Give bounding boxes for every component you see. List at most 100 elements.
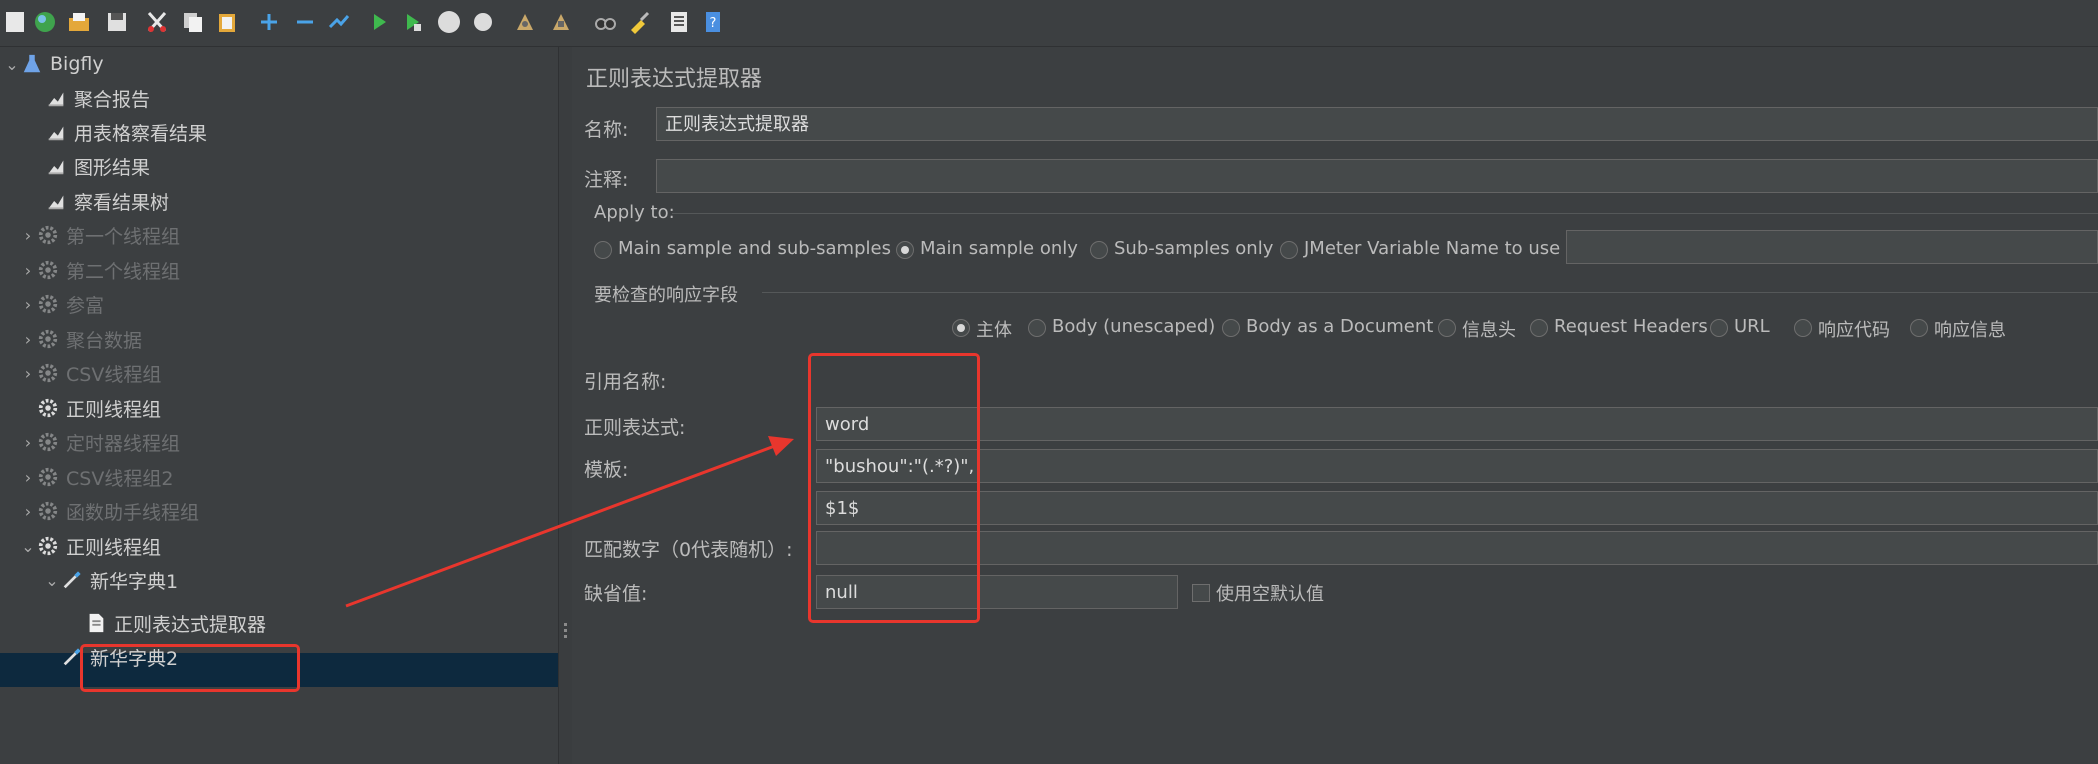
stop-icon[interactable] — [436, 9, 462, 35]
regex-label: 正则表达式: — [584, 417, 686, 439]
copy-icon[interactable] — [180, 9, 206, 35]
match-no-label: 匹配数字（0代表随机）: — [584, 539, 793, 561]
radio-body-as-document[interactable] — [1222, 319, 1240, 337]
graph-icon — [44, 154, 68, 178]
toolbar: ? — [0, 0, 2098, 47]
tree-node-label: 正则线程组 — [66, 398, 162, 421]
tree-toggle-icon[interactable]: › — [20, 295, 36, 314]
tree-node-label: 用表格察看结果 — [74, 122, 208, 145]
radio-sub-only-label: Sub-samples only — [1114, 238, 1274, 259]
radio-main-and-sub[interactable] — [594, 241, 612, 259]
tree-node[interactable]: 察看结果树 — [28, 184, 169, 218]
radio-body-unescaped-label: Body (unescaped) — [1052, 316, 1216, 337]
remote-start-icon[interactable] — [512, 9, 538, 35]
tree-node[interactable]: ⌄ 新华字典1 — [44, 563, 178, 597]
match-no-field[interactable] — [816, 531, 2098, 565]
toggle-icon[interactable] — [326, 9, 352, 35]
collapse-icon[interactable] — [292, 9, 318, 35]
template-label: 模板: — [584, 459, 629, 481]
radio-response-code[interactable] — [1794, 319, 1812, 337]
radio-url-label: URL — [1734, 316, 1770, 337]
radio-response-message[interactable] — [1910, 319, 1928, 337]
tree-node-label: CSV线程组2 — [66, 467, 174, 490]
expand-icon[interactable] — [256, 9, 282, 35]
page-title: 正则表达式提取器 — [586, 67, 763, 92]
start-no-pause-icon[interactable] — [400, 9, 426, 35]
tree-toggle-icon[interactable]: › — [20, 261, 36, 280]
search-icon[interactable] — [592, 9, 618, 35]
gear-icon — [36, 327, 60, 351]
tree-node[interactable]: 正则线程组 — [20, 391, 161, 425]
template-field[interactable]: $1$ — [816, 491, 2098, 525]
use-empty-default-checkbox[interactable] — [1192, 584, 1210, 602]
paste-icon[interactable] — [214, 9, 240, 35]
tree-node[interactable]: › 聚台数据 — [20, 322, 142, 356]
function-helper-icon[interactable] — [666, 9, 692, 35]
field-check-legend: 要检查的响应字段 — [594, 285, 738, 306]
tree-node[interactable]: › 第一个线程组 — [20, 218, 180, 252]
highlight-box-fields — [808, 353, 980, 623]
radio-jmeter-variable-label: JMeter Variable Name to use — [1304, 238, 1561, 259]
save-icon[interactable] — [104, 9, 130, 35]
tree-node[interactable]: 正则表达式提取器 — [68, 606, 266, 640]
tree-toggle-icon[interactable]: › — [20, 364, 36, 383]
start-icon[interactable] — [366, 9, 392, 35]
comment-label: 注释: — [584, 169, 629, 191]
radio-url[interactable] — [1710, 319, 1728, 337]
help-icon[interactable]: ? — [700, 9, 726, 35]
comment-field[interactable] — [656, 159, 2098, 193]
clear-icon[interactable] — [626, 9, 652, 35]
tree-node-label: 正则线程组 — [66, 536, 162, 559]
tree-node[interactable]: ⌄ 正则线程组 — [20, 529, 161, 563]
tree-node[interactable]: › 参富 — [20, 287, 104, 321]
radio-jmeter-variable[interactable] — [1280, 241, 1298, 259]
tree-toggle-icon[interactable]: › — [20, 468, 36, 487]
shutdown-icon[interactable] — [470, 9, 496, 35]
radio-body-as-document-label: Body as a Document — [1246, 316, 1434, 337]
radio-headers[interactable] — [1438, 319, 1456, 337]
radio-body-unescaped[interactable] — [1028, 319, 1046, 337]
tree-node[interactable]: › 定时器线程组 — [20, 425, 180, 459]
tree-node-label: 正则表达式提取器 — [114, 613, 267, 636]
tree-node[interactable]: 图形结果 — [28, 149, 150, 183]
tree-node[interactable]: › 第二个线程组 — [20, 253, 180, 287]
open-icon[interactable] — [66, 9, 92, 35]
tree-node[interactable]: 用表格察看结果 — [28, 115, 207, 149]
jmeter-variable-field[interactable] — [1566, 230, 2098, 264]
templates-icon[interactable] — [32, 9, 58, 35]
remote-stop-icon[interactable] — [548, 9, 574, 35]
gear-icon — [36, 361, 60, 385]
tree-toggle-icon[interactable]: ⌄ — [20, 537, 36, 556]
name-field[interactable]: 正则表达式提取器 — [656, 107, 2098, 141]
tree-node[interactable]: ⌄ Bigfly — [4, 47, 103, 81]
highlight-box-tree — [80, 644, 300, 692]
name-label: 名称: — [584, 119, 629, 141]
radio-body[interactable] — [952, 319, 970, 337]
tree-toggle-icon[interactable]: ⌄ — [4, 55, 20, 74]
tree-toggle-icon[interactable]: › — [20, 502, 36, 521]
regex-field[interactable]: "bushou":"(.*?)", — [816, 449, 2098, 483]
ref-name-field[interactable]: word — [816, 407, 2098, 441]
graph-icon — [44, 86, 68, 110]
gear-icon — [36, 258, 60, 282]
radio-headers-label: 信息头 — [1462, 320, 1516, 341]
radio-request-headers[interactable] — [1530, 319, 1548, 337]
radio-main-only[interactable] — [896, 241, 914, 259]
tree-node[interactable]: › CSV线程组2 — [20, 460, 174, 494]
tree-node-label: 聚台数据 — [66, 329, 143, 352]
tree-node[interactable]: › 函数助手线程组 — [20, 494, 199, 528]
tree-toggle-icon[interactable]: › — [20, 433, 36, 452]
gear-icon — [36, 465, 60, 489]
new-icon[interactable] — [2, 9, 28, 35]
tree-toggle-icon[interactable]: ⌄ — [44, 571, 60, 590]
gear-icon — [36, 292, 60, 316]
tree-toggle-icon[interactable]: › — [20, 226, 36, 245]
radio-sub-only[interactable] — [1090, 241, 1108, 259]
tree-node[interactable]: 聚合报告 — [28, 81, 150, 115]
tree-toggle-icon[interactable]: › — [20, 330, 36, 349]
tree-node-label: 第一个线程组 — [66, 225, 181, 248]
flask-icon — [20, 52, 44, 76]
tree-node-label: 函数助手线程组 — [66, 501, 200, 524]
cut-icon[interactable] — [144, 9, 170, 35]
tree-node[interactable]: › CSV线程组 — [20, 356, 162, 390]
